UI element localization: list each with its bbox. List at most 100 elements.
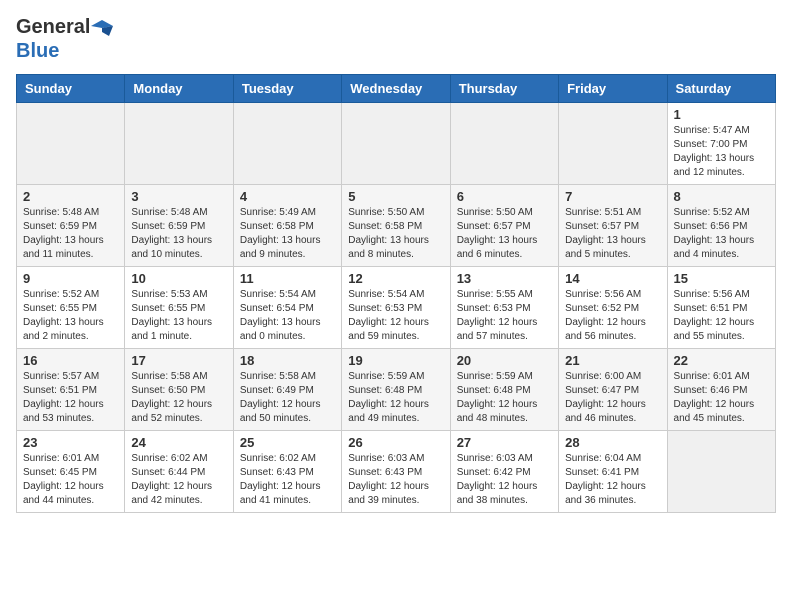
calendar-cell: 1Sunrise: 5:47 AM Sunset: 7:00 PM Daylig… — [667, 102, 775, 184]
day-number: 14 — [565, 271, 660, 286]
day-info: Sunrise: 5:58 AM Sunset: 6:50 PM Dayligh… — [131, 370, 226, 426]
calendar-cell: 8 Sunrise: 5:52 AM Sunset: 6:56 PM Daylig… — [667, 184, 775, 266]
day-number: 18 — [240, 353, 335, 368]
calendar-cell: 14 Sunrise: 5:56 AM Sunset: 6:52 PM Dayli… — [559, 266, 667, 348]
day-number: 1 — [674, 107, 769, 122]
calendar-week-2: 2 Sunrise: 5:48 AM Sunset: 6:59 PM Daylig… — [17, 184, 776, 266]
day-info: Sunrise: 5:48 AM Sunset: 6:59 PM Dayligh… — [131, 206, 226, 262]
day-info: Sunrise: 5:56 AM Sunset: 6:52 PM Dayligh… — [565, 288, 660, 344]
calendar-cell: 16 Sunrise: 5:57 AM Sunset: 6:51 PM Dayli… — [17, 348, 125, 430]
day-number: 8 — [674, 189, 769, 204]
calendar-cell: 3 Sunrise: 5:48 AM Sunset: 6:59 PM Daylig… — [125, 184, 233, 266]
day-number: 16 — [23, 353, 118, 368]
weekday-header-sunday: Sunday — [17, 74, 125, 102]
day-info: Sunrise: 5:58 AM Sunset: 6:49 PM Dayligh… — [240, 370, 335, 426]
day-info: Sunrise: 6:01 AM Sunset: 6:46 PM Dayligh… — [674, 370, 769, 426]
day-info: Sunrise: 5:52 AM Sunset: 6:56 PM Dayligh… — [674, 206, 769, 262]
calendar-cell: 26 Sunrise: 6:03 AM Sunset: 6:43 PM Dayli… — [342, 430, 450, 512]
day-info: Sunrise: 6:02 AM Sunset: 6:43 PM Dayligh… — [240, 452, 335, 508]
calendar-cell: 6Sunrise: 5:50 AM Sunset: 6:57 PM Daylig… — [450, 184, 558, 266]
calendar-cell: 12 Sunrise: 5:54 AM Sunset: 6:53 PM Dayli… — [342, 266, 450, 348]
calendar-week-3: 9 Sunrise: 5:52 AM Sunset: 6:55 PM Daylig… — [17, 266, 776, 348]
day-info: Sunrise: 5:53 AM Sunset: 6:55 PM Dayligh… — [131, 288, 226, 344]
calendar-cell: 18 Sunrise: 5:58 AM Sunset: 6:49 PM Dayli… — [233, 348, 341, 430]
weekday-header-tuesday: Tuesday — [233, 74, 341, 102]
calendar-cell — [559, 102, 667, 184]
day-info: Sunrise: 5:59 AM Sunset: 6:48 PM Dayligh… — [457, 370, 552, 426]
weekday-header-thursday: Thursday — [450, 74, 558, 102]
calendar-cell — [342, 102, 450, 184]
calendar-week-4: 16 Sunrise: 5:57 AM Sunset: 6:51 PM Dayli… — [17, 348, 776, 430]
day-info: Sunrise: 5:56 AM Sunset: 6:51 PM Dayligh… — [674, 288, 769, 344]
logo-text: General Blue — [16, 16, 114, 62]
day-info: Sunrise: 6:02 AM Sunset: 6:44 PM Dayligh… — [131, 452, 226, 508]
day-number: 22 — [674, 353, 769, 368]
calendar-cell: 11 Sunrise: 5:54 AM Sunset: 6:54 PM Dayli… — [233, 266, 341, 348]
day-number: 10 — [131, 271, 226, 286]
day-number: 2 — [23, 189, 118, 204]
day-number: 15 — [674, 271, 769, 286]
day-info: Sunrise: 5:49 AM Sunset: 6:58 PM Dayligh… — [240, 206, 335, 262]
day-info: Sunrise: 5:54 AM Sunset: 6:54 PM Dayligh… — [240, 288, 335, 344]
day-number: 9 — [23, 271, 118, 286]
weekday-header-friday: Friday — [559, 74, 667, 102]
calendar-cell: 17 Sunrise: 5:58 AM Sunset: 6:50 PM Dayli… — [125, 348, 233, 430]
day-number: 13 — [457, 271, 552, 286]
day-number: 23 — [23, 435, 118, 450]
calendar-cell: 23 Sunrise: 6:01 AM Sunset: 6:45 PM Dayli… — [17, 430, 125, 512]
calendar-cell: 27 Sunrise: 6:03 AM Sunset: 6:42 PM Dayli… — [450, 430, 558, 512]
day-info: Sunrise: 6:03 AM Sunset: 6:43 PM Dayligh… — [348, 452, 443, 508]
day-number: 24 — [131, 435, 226, 450]
day-info: Sunrise: 6:01 AM Sunset: 6:45 PM Dayligh… — [23, 452, 118, 508]
day-number: 27 — [457, 435, 552, 450]
calendar-cell — [233, 102, 341, 184]
calendar-week-5: 23 Sunrise: 6:01 AM Sunset: 6:45 PM Dayli… — [17, 430, 776, 512]
calendar-cell: 2Sunrise: 5:48 AM Sunset: 6:59 PM Daylig… — [17, 184, 125, 266]
calendar-cell — [17, 102, 125, 184]
day-number: 11 — [240, 271, 335, 286]
calendar-cell: 20 Sunrise: 5:59 AM Sunset: 6:48 PM Dayli… — [450, 348, 558, 430]
day-number: 12 — [348, 271, 443, 286]
day-number: 5 — [348, 189, 443, 204]
logo: General Blue — [16, 16, 114, 62]
day-info: Sunrise: 5:57 AM Sunset: 6:51 PM Dayligh… — [23, 370, 118, 426]
day-number: 25 — [240, 435, 335, 450]
logo-bird-icon — [91, 18, 113, 40]
calendar-cell: 19Sunrise: 5:59 AM Sunset: 6:48 PM Dayli… — [342, 348, 450, 430]
day-number: 20 — [457, 353, 552, 368]
calendar-week-1: 1Sunrise: 5:47 AM Sunset: 7:00 PM Daylig… — [17, 102, 776, 184]
logo-general: General — [16, 16, 90, 38]
calendar-cell — [450, 102, 558, 184]
weekday-header-saturday: Saturday — [667, 74, 775, 102]
weekday-header-row: SundayMondayTuesdayWednesdayThursdayFrid… — [17, 74, 776, 102]
day-number: 17 — [131, 353, 226, 368]
day-info: Sunrise: 5:50 AM Sunset: 6:58 PM Dayligh… — [348, 206, 443, 262]
day-info: Sunrise: 5:51 AM Sunset: 6:57 PM Dayligh… — [565, 206, 660, 262]
day-number: 3 — [131, 189, 226, 204]
day-number: 21 — [565, 353, 660, 368]
weekday-header-monday: Monday — [125, 74, 233, 102]
calendar-cell: 10 Sunrise: 5:53 AM Sunset: 6:55 PM Dayli… — [125, 266, 233, 348]
day-info: Sunrise: 5:59 AM Sunset: 6:48 PM Dayligh… — [348, 370, 443, 426]
day-info: Sunrise: 6:03 AM Sunset: 6:42 PM Dayligh… — [457, 452, 552, 508]
calendar-table: SundayMondayTuesdayWednesdayThursdayFrid… — [16, 74, 776, 513]
day-number: 6 — [457, 189, 552, 204]
day-number: 4 — [240, 189, 335, 204]
calendar-cell: 24 Sunrise: 6:02 AM Sunset: 6:44 PM Dayli… — [125, 430, 233, 512]
calendar-cell: 5 Sunrise: 5:50 AM Sunset: 6:58 PM Daylig… — [342, 184, 450, 266]
day-info: Sunrise: 5:52 AM Sunset: 6:55 PM Dayligh… — [23, 288, 118, 344]
weekday-header-wednesday: Wednesday — [342, 74, 450, 102]
day-info: Sunrise: 5:54 AM Sunset: 6:53 PM Dayligh… — [348, 288, 443, 344]
calendar-cell: 25 Sunrise: 6:02 AM Sunset: 6:43 PM Dayli… — [233, 430, 341, 512]
calendar-cell: 28Sunrise: 6:04 AM Sunset: 6:41 PM Dayli… — [559, 430, 667, 512]
day-number: 26 — [348, 435, 443, 450]
calendar-cell: 9 Sunrise: 5:52 AM Sunset: 6:55 PM Daylig… — [17, 266, 125, 348]
calendar-cell: 15 Sunrise: 5:56 AM Sunset: 6:51 PM Dayli… — [667, 266, 775, 348]
logo-blue: Blue — [16, 40, 59, 62]
day-info: Sunrise: 5:55 AM Sunset: 6:53 PM Dayligh… — [457, 288, 552, 344]
day-info: Sunrise: 6:00 AM Sunset: 6:47 PM Dayligh… — [565, 370, 660, 426]
calendar-cell: 22 Sunrise: 6:01 AM Sunset: 6:46 PM Dayli… — [667, 348, 775, 430]
calendar-cell — [125, 102, 233, 184]
calendar-cell: 13 Sunrise: 5:55 AM Sunset: 6:53 PM Dayli… — [450, 266, 558, 348]
calendar-cell: 21 Sunrise: 6:00 AM Sunset: 6:47 PM Dayli… — [559, 348, 667, 430]
